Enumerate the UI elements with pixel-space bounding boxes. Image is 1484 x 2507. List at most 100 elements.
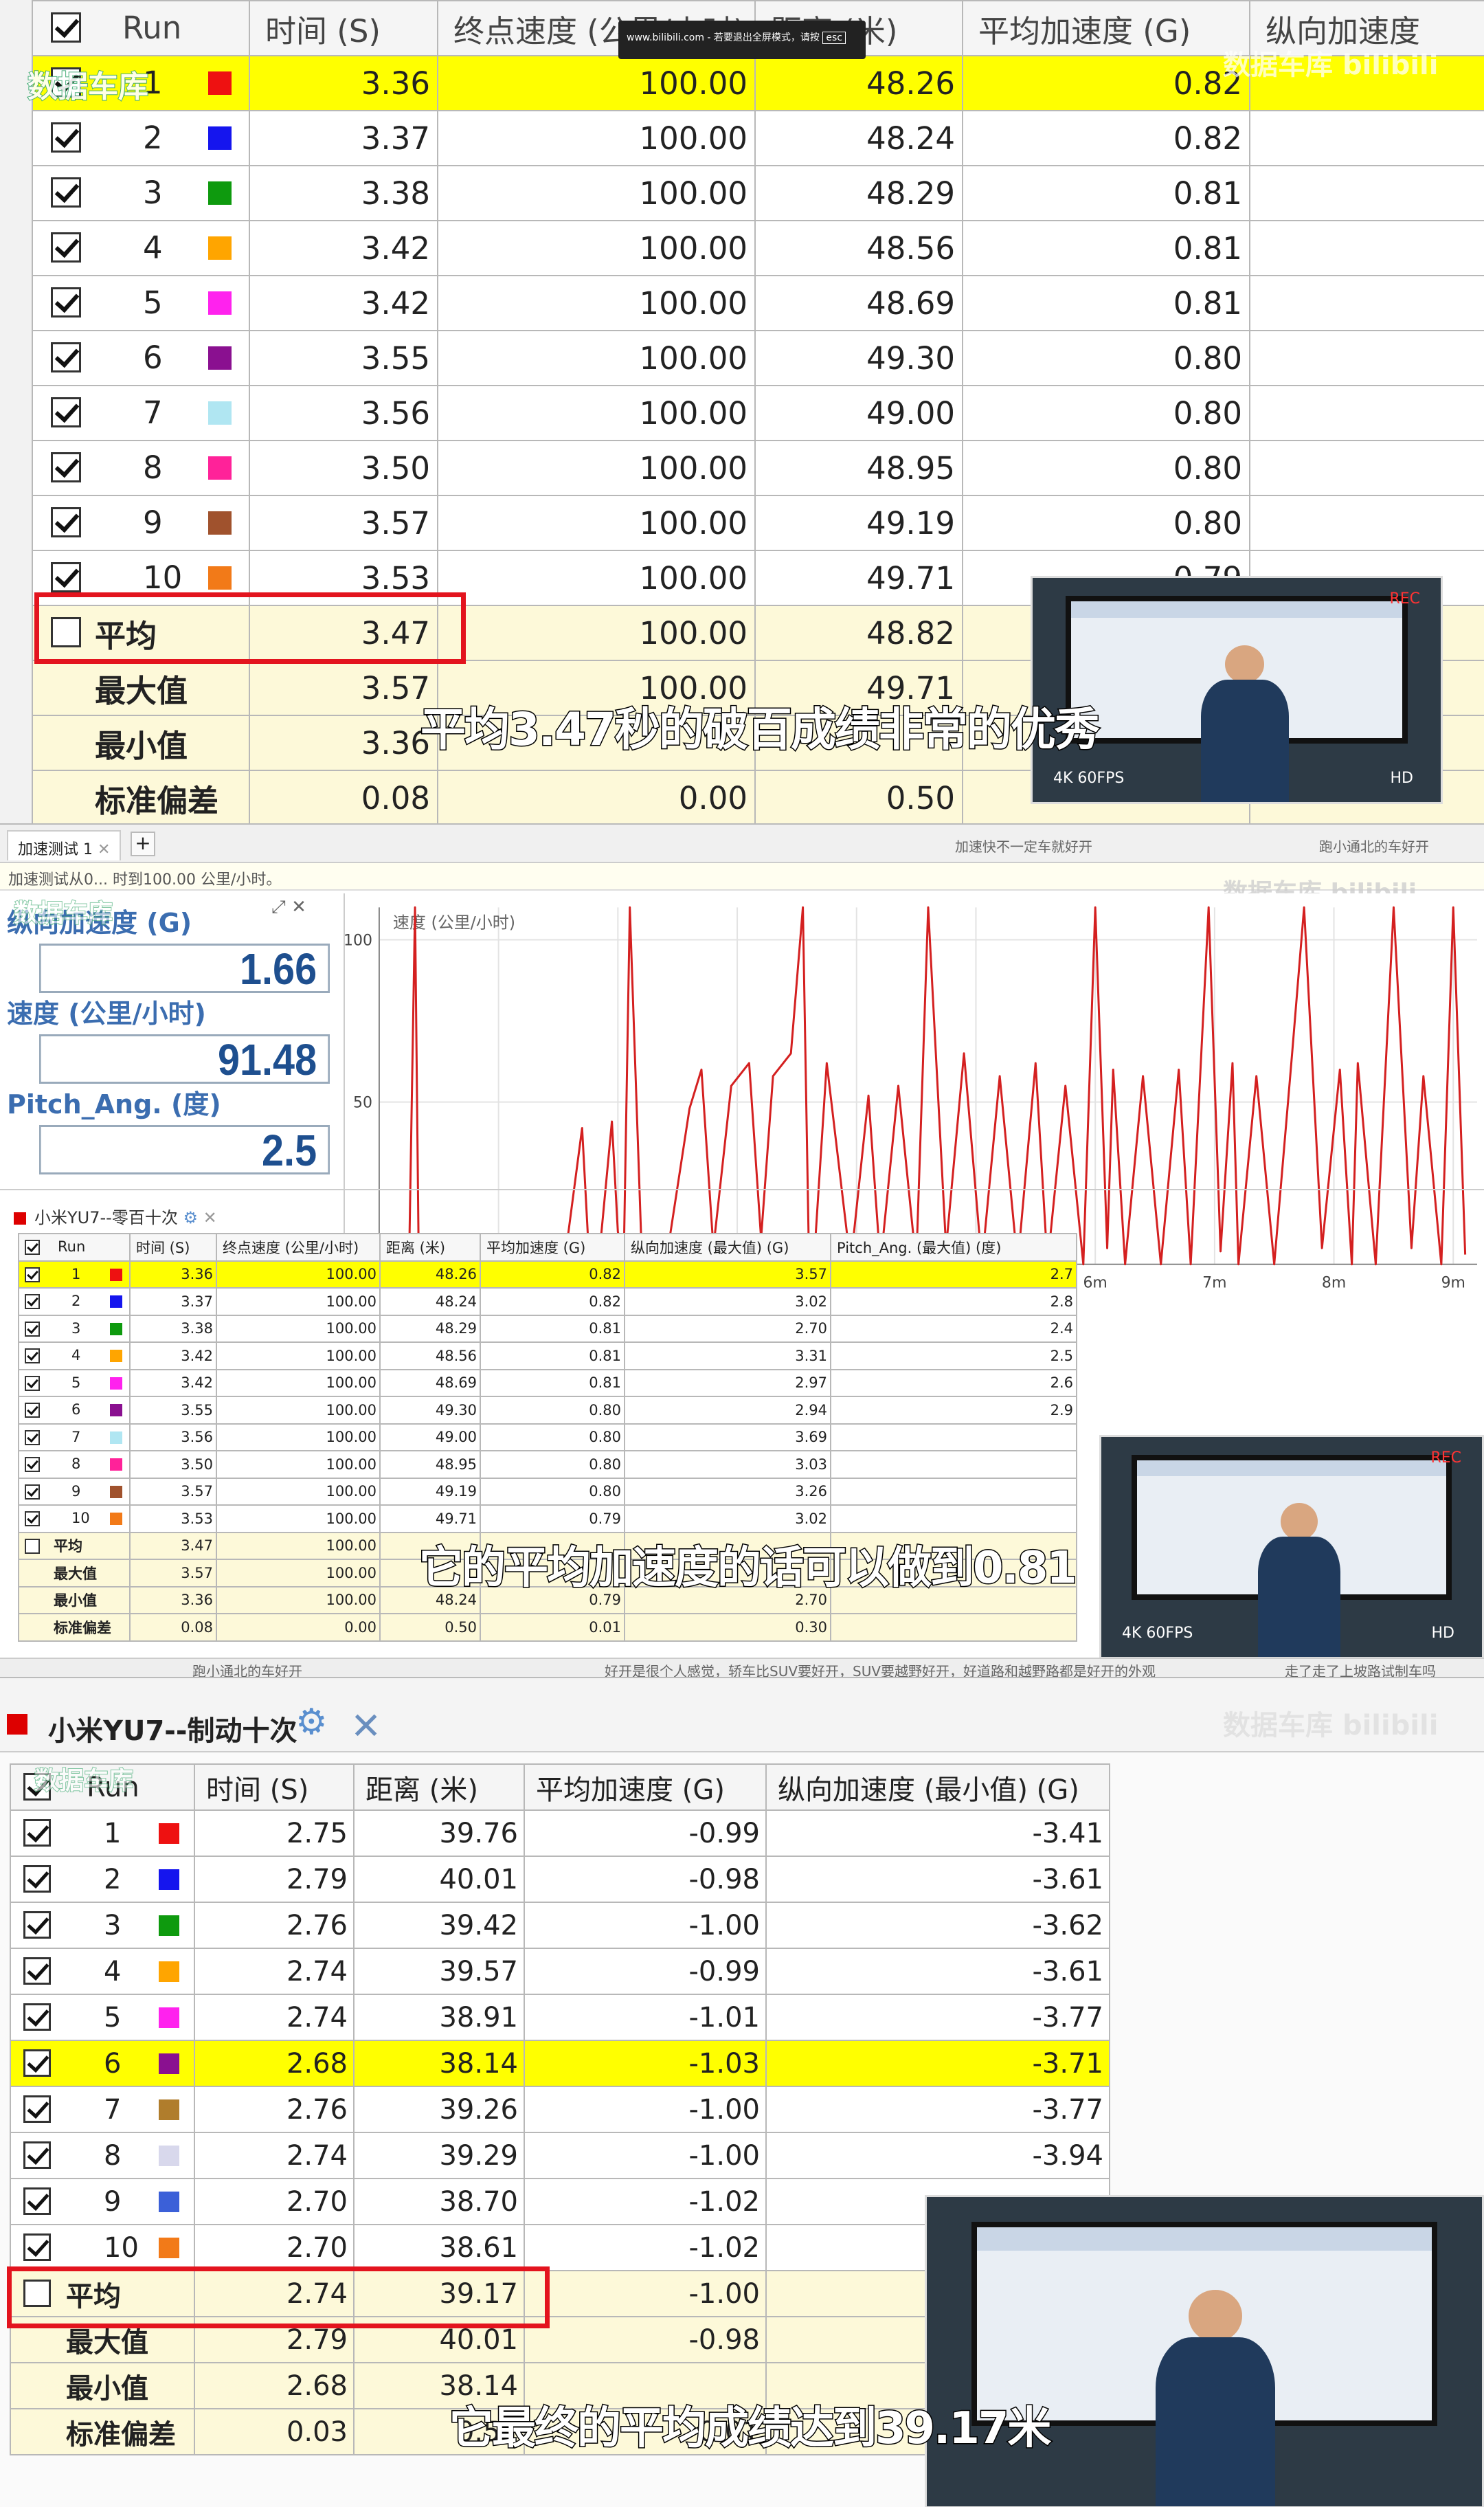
color-swatch[interactable] — [159, 2192, 179, 2212]
color-swatch[interactable] — [159, 2099, 179, 2120]
row-checkbox[interactable] — [25, 1429, 40, 1445]
header-lon-accel-min[interactable]: 纵向加速度 (最小值) (G) — [765, 1763, 1110, 1811]
color-swatch[interactable] — [208, 126, 232, 150]
table-row[interactable]: 6 3.55 100.00 49.30 0.80 2.94 2.9 — [18, 1396, 1077, 1425]
run-cell[interactable]: 9 — [32, 495, 250, 551]
run-cell[interactable]: 5 — [18, 1368, 131, 1397]
table-row[interactable]: 8 2.74 39.29 -1.00 -3.94 — [10, 2132, 1110, 2179]
table-row[interactable]: 5 2.74 38.91 -1.01 -3.77 — [10, 1994, 1110, 2041]
color-swatch[interactable] — [110, 1513, 122, 1525]
color-swatch[interactable] — [159, 1915, 179, 1936]
row-checkbox[interactable] — [25, 1538, 40, 1554]
row-checkbox[interactable] — [25, 1457, 40, 1472]
row-checkbox[interactable] — [23, 2095, 51, 2123]
table-row[interactable]: 4 2.74 39.57 -0.99 -3.61 — [10, 1948, 1110, 1995]
row-checkbox[interactable] — [25, 1348, 40, 1363]
select-all-checkbox[interactable] — [51, 12, 81, 43]
header-avg-accel[interactable]: 平均加速度 (G) — [480, 1233, 625, 1262]
color-swatch[interactable] — [208, 401, 232, 425]
row-checkbox[interactable] — [51, 507, 81, 537]
table-row[interactable]: 2 2.79 40.01 -0.98 -3.61 — [10, 1856, 1110, 1903]
row-checkbox[interactable] — [51, 562, 81, 592]
select-all-checkbox[interactable] — [25, 1240, 40, 1255]
table-row[interactable]: 1 3.36 100.00 48.26 0.82 3.57 2.7 — [18, 1260, 1077, 1289]
table-row[interactable]: 2 3.37 100.00 48.24 0.82 3.02 2.8 — [18, 1287, 1077, 1316]
run-cell[interactable]: 9 — [10, 2178, 195, 2225]
run-cell[interactable]: 9 — [18, 1477, 131, 1506]
color-swatch[interactable] — [110, 1350, 122, 1362]
color-swatch[interactable] — [159, 2146, 179, 2166]
row-checkbox[interactable] — [51, 232, 81, 263]
color-swatch[interactable] — [159, 1869, 179, 1890]
run-cell[interactable]: 5 — [32, 275, 250, 331]
run-cell[interactable]: 1 — [18, 1260, 131, 1289]
run-cell[interactable]: 2 — [18, 1287, 131, 1316]
header-distance[interactable]: 距离 (米) — [379, 1233, 481, 1262]
table-row[interactable]: 3 3.38 100.00 48.29 0.81 — [32, 165, 1484, 221]
color-swatch[interactable] — [110, 1404, 122, 1416]
color-swatch[interactable] — [208, 346, 232, 370]
run-cell[interactable]: 6 — [32, 330, 250, 386]
header-distance[interactable]: 距离 (米) — [353, 1763, 525, 1811]
color-swatch[interactable] — [110, 1268, 122, 1281]
run-cell[interactable]: 3 — [10, 1902, 195, 1949]
table-row[interactable]: 8 3.50 100.00 48.95 0.80 — [32, 440, 1484, 496]
run-cell[interactable]: 3 — [32, 165, 250, 221]
run-cell[interactable]: 3 — [18, 1314, 131, 1343]
color-swatch[interactable] — [159, 2053, 179, 2074]
header-pitch-max[interactable]: Pitch_Ang. (最大值) (度) — [830, 1233, 1077, 1262]
header-run[interactable]: Run — [18, 1233, 131, 1262]
color-swatch[interactable] — [208, 71, 232, 95]
row-checkbox[interactable] — [51, 342, 81, 372]
run-cell[interactable]: 6 — [18, 1396, 131, 1425]
color-swatch[interactable] — [208, 236, 232, 260]
header-avg-accel[interactable]: 平均加速度 (G) — [962, 0, 1250, 56]
run-cell[interactable]: 4 — [18, 1341, 131, 1370]
row-checkbox[interactable] — [51, 287, 81, 317]
run-cell[interactable]: 6 — [10, 2040, 195, 2087]
splitter[interactable] — [0, 1189, 1484, 1190]
row-checkbox[interactable] — [23, 1819, 51, 1847]
run-cell[interactable]: 8 — [32, 440, 250, 496]
close-icon[interactable]: ✕ — [98, 841, 110, 858]
row-checkbox[interactable] — [23, 1957, 51, 1985]
row-checkbox[interactable] — [25, 1375, 40, 1391]
row-checkbox[interactable] — [23, 2049, 51, 2077]
table-row[interactable]: 8 3.50 100.00 48.95 0.80 3.03 — [18, 1450, 1077, 1479]
run-cell[interactable]: 2 — [32, 110, 250, 166]
color-swatch[interactable] — [110, 1431, 122, 1444]
row-checkbox[interactable] — [25, 1321, 40, 1337]
color-swatch[interactable] — [159, 2238, 179, 2258]
table-row[interactable]: 3 2.76 39.42 -1.00 -3.62 — [10, 1902, 1110, 1949]
table-row[interactable]: 7 2.76 39.26 -1.00 -3.77 — [10, 2086, 1110, 2133]
settings-icon[interactable]: ⚙ — [183, 1208, 198, 1227]
close-icon[interactable]: ✕ — [203, 1208, 217, 1227]
table-row[interactable]: 4 3.42 100.00 48.56 0.81 3.31 2.5 — [18, 1341, 1077, 1370]
color-swatch[interactable] — [110, 1485, 122, 1498]
tab-accel-test[interactable]: 加速测试 1 ✕ — [7, 830, 122, 860]
header-time[interactable]: 时间 (S) — [249, 0, 438, 56]
color-swatch[interactable] — [208, 566, 232, 590]
run-cell[interactable]: 4 — [10, 1948, 195, 1995]
header-time[interactable]: 时间 (S) — [194, 1763, 355, 1811]
row-checkbox[interactable] — [25, 1403, 40, 1418]
table-row[interactable]: 1 2.75 39.76 -0.99 -3.41 — [10, 1809, 1110, 1857]
table-row[interactable]: 2 3.37 100.00 48.24 0.82 — [32, 110, 1484, 166]
header-end-speed[interactable]: 终点速度 (公里/小时) — [216, 1233, 381, 1262]
run-cell[interactable]: 8 — [10, 2132, 195, 2179]
color-swatch[interactable] — [110, 1377, 122, 1390]
run-cell[interactable]: 5 — [10, 1994, 195, 2041]
color-swatch[interactable] — [159, 1961, 179, 1982]
color-swatch[interactable] — [110, 1458, 122, 1471]
row-checkbox[interactable] — [23, 2187, 51, 2215]
table-row[interactable]: 7 3.56 100.00 49.00 0.80 3.69 — [18, 1423, 1077, 1451]
table-row[interactable]: 7 3.56 100.00 49.00 0.80 — [32, 385, 1484, 441]
table-row[interactable]: 5 3.42 100.00 48.69 0.81 2.97 2.6 — [18, 1368, 1077, 1397]
color-swatch[interactable] — [159, 2007, 179, 2028]
table-row[interactable]: 4 3.42 100.00 48.56 0.81 — [32, 220, 1484, 276]
row-checkbox[interactable] — [25, 1267, 40, 1282]
run-cell[interactable]: 7 — [10, 2086, 195, 2133]
color-swatch[interactable] — [208, 291, 232, 315]
close-icon[interactable]: ✕ — [350, 1704, 381, 1748]
add-tab-button[interactable]: + — [131, 832, 155, 856]
